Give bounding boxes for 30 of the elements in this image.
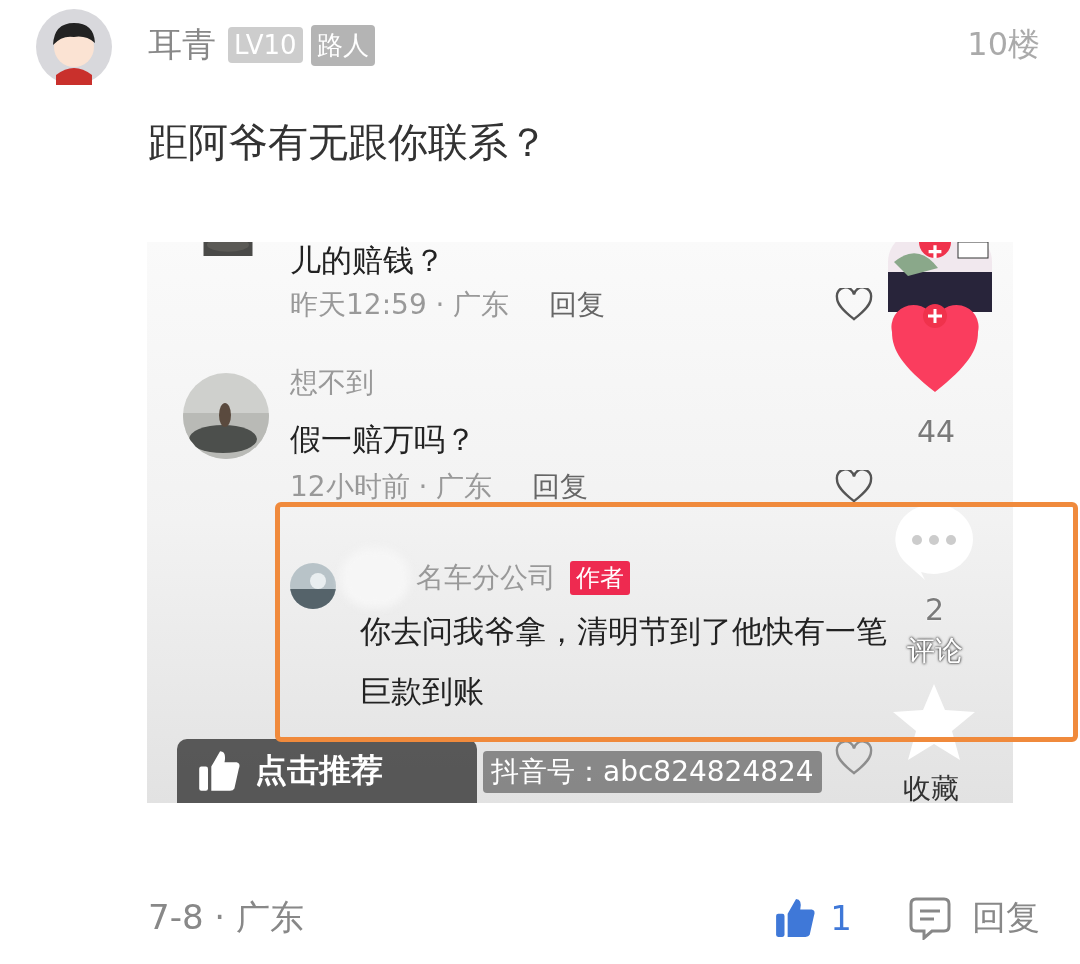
floor-number: 10楼 [967,24,1040,65]
comment-time: 昨天12:59 · 广东 [290,287,510,323]
author-name[interactable]: 耳青 [148,22,216,68]
comment-time: 12小时前 · 广东 [290,469,493,505]
avatar-icon[interactable] [36,9,112,85]
commenter-name: 想不到 [290,365,375,401]
comment-text: 儿的赔钱？ [290,242,445,278]
heart-icon[interactable] [835,288,873,322]
comment-text: 假一赔万吗？ [290,420,476,459]
like-count: 44 [917,414,956,449]
reply-link[interactable]: 回复 [549,286,606,324]
comment-icon[interactable] [908,896,952,940]
comment-count: 2 [925,592,945,627]
star-icon[interactable] [891,682,977,762]
rank-badge: 路人 [310,24,375,66]
favorite-label: 收藏 [903,771,959,803]
comment-text: 距阿爷有无跟你联系？ [148,118,549,167]
thumbs-up-icon[interactable] [774,897,817,939]
like-count: 1 [830,898,852,938]
comment-label: 评论 [907,633,963,669]
account-id: 抖音号：abc824824824 [483,751,822,793]
recommend-button[interactable]: 点击推荐 [177,739,477,803]
commenter-name: 名车分公司 [416,560,556,596]
post-date: 7-8 · 广东 [148,896,304,939]
author-tag: 作者 [570,561,630,595]
heart-icon[interactable] [835,470,873,504]
reply-link[interactable]: 回复 [532,468,589,506]
reply-button[interactable]: 回复 [972,895,1040,941]
comment-text: 你去问我爷拿，清明节到了他快有一笔巨款到账 [360,612,888,711]
thumbs-up-icon [197,749,241,793]
